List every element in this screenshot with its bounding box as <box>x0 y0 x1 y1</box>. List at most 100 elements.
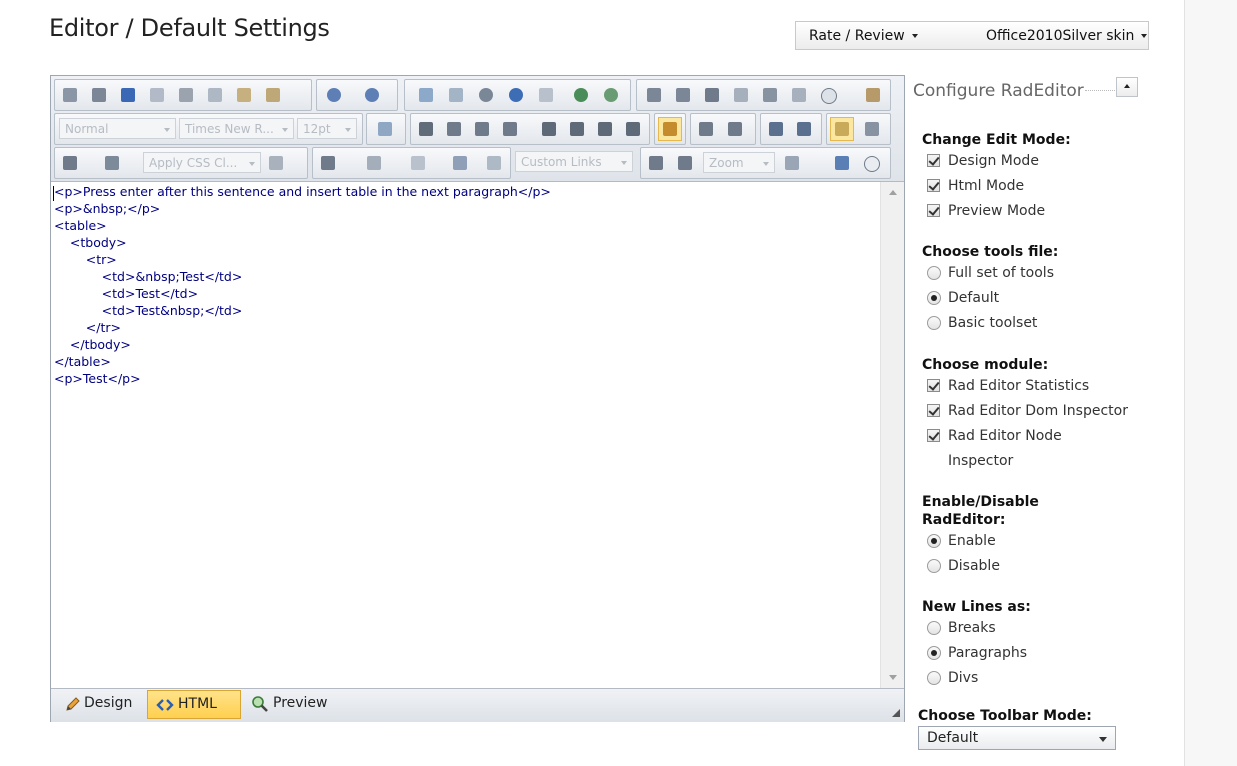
strikethrough-button[interactable] <box>499 118 521 140</box>
scroll-down-icon[interactable] <box>889 675 897 680</box>
document-manager-button[interactable] <box>535 84 557 106</box>
insert-custom-image-button[interactable] <box>483 152 505 174</box>
justify-full-button[interactable] <box>622 118 644 140</box>
image-map-button[interactable] <box>445 84 467 106</box>
module-statistics-checkbox[interactable] <box>927 379 940 392</box>
font-color-icon <box>63 156 77 170</box>
code-line: </table> <box>54 354 111 369</box>
tools-full-radio[interactable] <box>927 266 941 280</box>
italic-button[interactable] <box>443 118 465 140</box>
underline-button[interactable] <box>471 118 493 140</box>
toggle-table-border-button[interactable] <box>830 117 854 141</box>
ordered-list-button[interactable] <box>765 118 787 140</box>
tab-design[interactable]: Design <box>56 690 140 717</box>
page-title: Editor / Default Settings <box>49 14 330 42</box>
ajax-spellcheck-button[interactable] <box>645 152 667 174</box>
scroll-up-icon[interactable] <box>889 190 897 195</box>
edit-mode-bar: Design HTML Preview <box>51 688 904 722</box>
toolbar-mode-select[interactable]: Default <box>918 726 1116 750</box>
code-line: <table> <box>54 218 107 233</box>
paste-button[interactable] <box>233 84 255 106</box>
custom-links-dropdown[interactable]: Custom Links <box>515 151 633 172</box>
preview-mode-checkbox[interactable] <box>927 204 940 217</box>
redo-button[interactable] <box>361 84 383 106</box>
outdent-button[interactable] <box>724 118 746 140</box>
paragraph-marks-button[interactable] <box>701 84 723 106</box>
toolbar-group-lists <box>760 113 822 145</box>
rate-review-menu[interactable]: Rate / Review <box>809 28 918 44</box>
insert-date-button[interactable] <box>817 84 839 106</box>
media-manager-button[interactable] <box>505 84 527 106</box>
enable-radio[interactable] <box>927 534 941 548</box>
format-painter-button[interactable] <box>265 152 287 174</box>
set-image-properties-button[interactable] <box>374 118 396 140</box>
disable-radio[interactable] <box>927 559 941 573</box>
horizontal-rule-button[interactable] <box>759 84 781 106</box>
font-name-dropdown[interactable]: Times New R... <box>179 118 294 139</box>
html-mode-checkbox[interactable] <box>927 179 940 192</box>
justify-right-button[interactable] <box>594 118 616 140</box>
module-node-inspector-checkbox[interactable] <box>927 429 940 442</box>
find-replace-button[interactable] <box>117 84 139 106</box>
format-stripper-button[interactable] <box>730 84 752 106</box>
template-manager-button[interactable] <box>449 152 471 174</box>
module-manager-button[interactable] <box>862 84 884 106</box>
unlink-button[interactable] <box>600 84 622 106</box>
insert-symbol-button[interactable] <box>317 152 339 174</box>
backcolor-button[interactable] <box>101 152 123 174</box>
resize-grip-icon[interactable] <box>892 709 900 717</box>
image-manager-button[interactable] <box>415 84 437 106</box>
cut-button[interactable] <box>175 84 197 106</box>
paste-options-button[interactable] <box>262 84 284 106</box>
zoom-dropdown[interactable]: Zoom <box>703 152 775 173</box>
insert-snippet-button[interactable] <box>788 84 810 106</box>
newlines-divs-radio[interactable] <box>927 671 941 685</box>
superscript-button[interactable] <box>643 84 665 106</box>
skin-selector[interactable]: Office2010Silver skin <box>986 28 1148 44</box>
collapse-panel-button[interactable] <box>1116 77 1138 97</box>
tools-default-radio[interactable] <box>927 291 941 305</box>
newlines-breaks-radio[interactable] <box>927 621 941 635</box>
about-dialog-button[interactable] <box>860 152 882 174</box>
module-dom-inspector-checkbox[interactable] <box>927 404 940 417</box>
unordered-list-button[interactable] <box>793 118 815 140</box>
font-size-dropdown[interactable]: 12pt <box>297 118 357 139</box>
insert-form-element-button[interactable] <box>407 152 429 174</box>
forecolor-button[interactable] <box>59 152 81 174</box>
tab-preview[interactable]: Preview <box>243 690 339 717</box>
undo-button[interactable] <box>323 84 345 106</box>
vertical-scrollbar[interactable] <box>880 182 904 688</box>
insert-table-button[interactable] <box>363 152 385 174</box>
print-button[interactable] <box>59 84 81 106</box>
toolbar-row-2: Normal Times New R... 12pt <box>54 113 891 145</box>
flash-manager-button[interactable] <box>475 84 497 106</box>
strikethrough-icon <box>503 122 517 136</box>
design-mode-checkbox[interactable] <box>927 154 940 167</box>
select-all-button[interactable] <box>146 84 168 106</box>
code-line: <p>Test</p> <box>54 371 141 386</box>
justify-left-button[interactable] <box>538 118 560 140</box>
html-source-textarea[interactable]: <p>Press enter after this sentence and i… <box>51 182 880 688</box>
tools-basic-radio[interactable] <box>927 316 941 330</box>
tab-html[interactable]: HTML <box>147 690 241 719</box>
subscript-button[interactable] <box>672 84 694 106</box>
toolbar-group-tools: Zoom <box>640 147 891 179</box>
justify-none-button[interactable] <box>658 117 682 141</box>
module-manager-dropdown-button[interactable] <box>781 152 803 174</box>
chevron-down-icon <box>282 128 288 132</box>
bold-button[interactable] <box>415 118 437 140</box>
code-line: </tr> <box>54 320 121 335</box>
spellcheck-button[interactable] <box>88 84 110 106</box>
track-changes-button[interactable] <box>674 152 696 174</box>
indent-button[interactable] <box>695 118 717 140</box>
justify-center-button[interactable] <box>566 118 588 140</box>
image-icon <box>419 88 433 102</box>
link-manager-button[interactable] <box>570 84 592 106</box>
newlines-paragraphs-radio[interactable] <box>927 646 941 660</box>
format-code-block-button[interactable] <box>861 118 883 140</box>
copy-button[interactable] <box>204 84 226 106</box>
font-name-value: Times New R... <box>185 122 274 136</box>
paragraph-style-dropdown[interactable]: Normal <box>59 118 176 139</box>
css-class-dropdown[interactable]: Apply CSS Cl... <box>143 152 261 173</box>
toggle-screen-mode-button[interactable] <box>831 152 853 174</box>
